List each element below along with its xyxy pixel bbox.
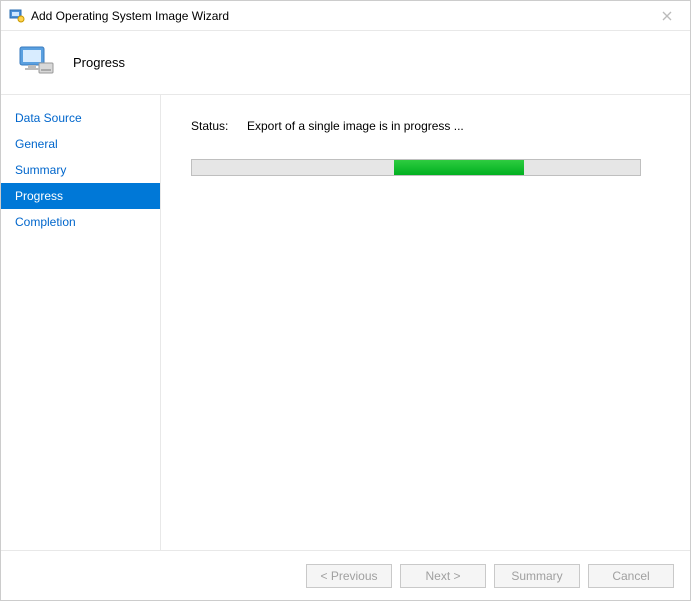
status-row: Status: Export of a single image is in p…	[191, 119, 670, 133]
sidebar-item-progress[interactable]: Progress	[1, 183, 160, 209]
sidebar-item-completion[interactable]: Completion	[1, 209, 160, 235]
titlebar: Add Operating System Image Wizard	[1, 1, 690, 31]
wizard-window: Add Operating System Image Wizard Progre…	[0, 0, 691, 601]
sidebar-item-summary[interactable]: Summary	[1, 157, 160, 183]
next-button: Next >	[400, 564, 486, 588]
app-icon	[9, 8, 25, 24]
computer-icon	[17, 43, 57, 83]
wizard-footer: < Previous Next > Summary Cancel	[1, 550, 690, 600]
summary-button: Summary	[494, 564, 580, 588]
wizard-header: Progress	[1, 31, 690, 95]
close-icon	[652, 6, 682, 26]
sidebar-item-data-source[interactable]: Data Source	[1, 105, 160, 131]
sidebar: Data Source General Summary Progress Com…	[1, 95, 161, 550]
previous-button: < Previous	[306, 564, 392, 588]
cancel-button: Cancel	[588, 564, 674, 588]
window-title: Add Operating System Image Wizard	[31, 9, 652, 23]
progress-bar-fill	[394, 160, 524, 175]
sidebar-item-general[interactable]: General	[1, 131, 160, 157]
page-title: Progress	[73, 55, 125, 70]
wizard-body: Data Source General Summary Progress Com…	[1, 95, 690, 550]
status-text: Export of a single image is in progress …	[247, 119, 464, 133]
progress-bar	[191, 159, 641, 176]
content-area: Status: Export of a single image is in p…	[161, 95, 690, 550]
status-label: Status:	[191, 119, 247, 133]
